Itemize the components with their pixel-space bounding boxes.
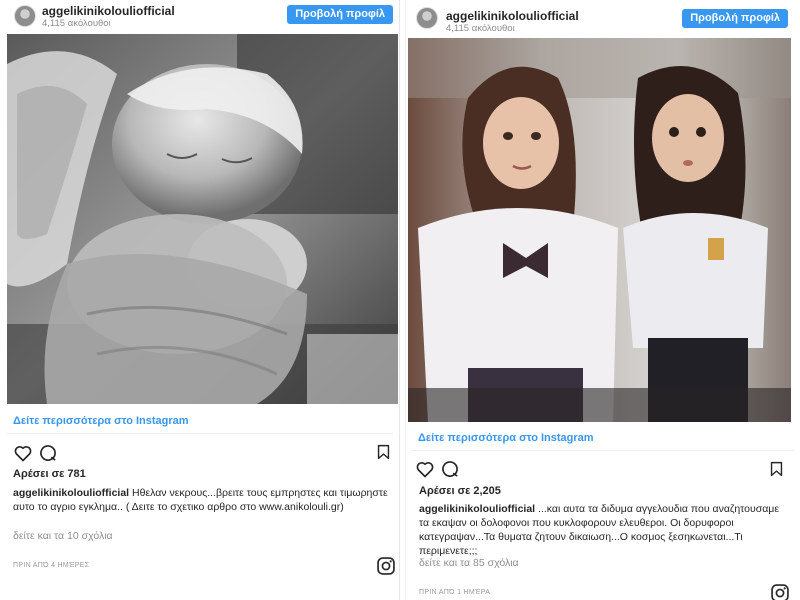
username[interactable]: aggelikinikolouliofficial: [42, 4, 175, 18]
view-profile-button[interactable]: Προβολή προφίλ: [682, 9, 788, 28]
avatar[interactable]: [416, 7, 438, 29]
divider: [412, 450, 794, 451]
instagram-embed-post: aggelikinikolouliofficial 4,115 ακόλουθο…: [0, 0, 400, 600]
bookmark-icon[interactable]: [375, 443, 392, 461]
follower-count: 4,115 ακόλουθοι: [446, 23, 515, 34]
twin-girls-photo[interactable]: [408, 38, 791, 422]
post-caption: aggelikinikolouliofficial ...και αυτα τα…: [419, 502, 789, 558]
like-count[interactable]: Αρέσει σε 781: [13, 468, 86, 480]
follower-count: 4,115 ακόλουθοι: [42, 18, 111, 29]
bookmark-icon[interactable]: [768, 460, 785, 478]
view-comments-link[interactable]: δείτε και τα 10 σχόλια: [13, 530, 113, 542]
caption-username[interactable]: aggelikinikolouliofficial: [419, 503, 535, 515]
instagram-embed-post: aggelikinikolouliofficial 4,115 ακόλουθο…: [405, 0, 800, 600]
instagram-icon[interactable]: [376, 556, 396, 576]
post-timestamp: ΠΡΙΝ ΑΠΌ 1 ΗΜΈΡΑ: [419, 589, 491, 596]
comment-icon[interactable]: [440, 459, 460, 479]
caption-username[interactable]: aggelikinikolouliofficial: [13, 487, 129, 499]
angel-statue-photo[interactable]: [7, 34, 398, 404]
heart-icon[interactable]: [415, 459, 435, 479]
avatar[interactable]: [14, 5, 36, 27]
comment-icon[interactable]: [38, 443, 58, 463]
like-count[interactable]: Αρέσει σε 2,205: [419, 485, 501, 497]
divider: [6, 433, 393, 434]
instagram-icon[interactable]: [770, 583, 790, 600]
view-profile-button[interactable]: Προβολή προφίλ: [287, 5, 393, 24]
view-more-on-instagram-link[interactable]: Δείτε περισσότερα στο Instagram: [13, 415, 189, 427]
post-header: aggelikinikolouliofficial 4,115 ακόλουθο…: [406, 0, 800, 34]
post-caption: aggelikinikolouliofficial Ηθελαν νεκρους…: [13, 486, 388, 514]
heart-icon[interactable]: [13, 443, 33, 463]
view-comments-link[interactable]: δείτε και τα 85 σχόλια: [419, 557, 519, 569]
username[interactable]: aggelikinikolouliofficial: [446, 9, 579, 23]
post-header: aggelikinikolouliofficial 4,115 ακόλουθο…: [0, 0, 399, 34]
view-more-on-instagram-link[interactable]: Δείτε περισσότερα στο Instagram: [418, 432, 594, 444]
post-timestamp: ΠΡΙΝ ΑΠΌ 4 ΗΜΈΡΕΣ: [13, 562, 90, 569]
